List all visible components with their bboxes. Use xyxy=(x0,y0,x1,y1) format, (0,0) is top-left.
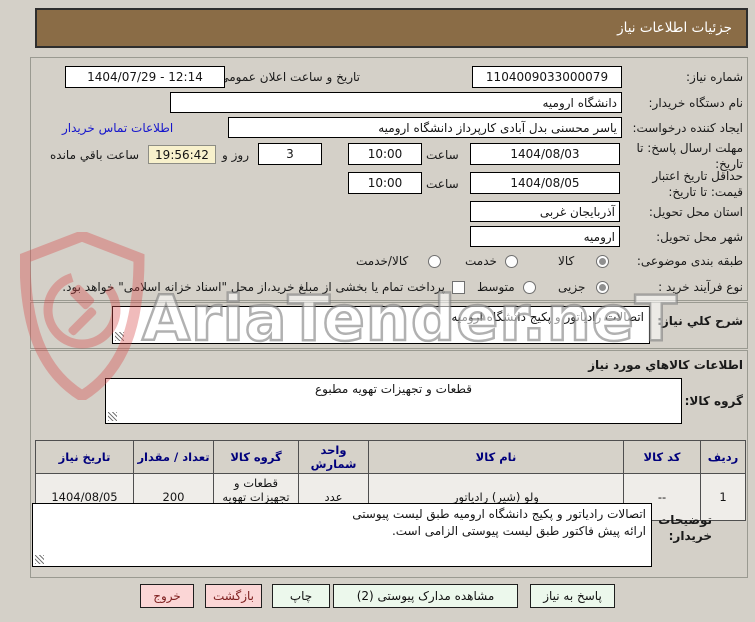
col-group: گروه کالا xyxy=(213,440,299,474)
radio-service-label[interactable]: خدمت xyxy=(465,254,497,268)
price-validity-label: حداقل تاریخ اعتبار قیمت: تا تاریخ: xyxy=(652,169,743,200)
request-creator-input[interactable]: یاسر محسنی بدل آبادی کارپرداز دانشگاه ار… xyxy=(228,117,622,138)
buyer-notes-label: توضیحات خریدار: xyxy=(658,513,712,544)
buyer-contact-link[interactable]: اطلاعات تماس خریدار xyxy=(62,121,173,135)
back-button[interactable]: بازگشت xyxy=(205,584,262,608)
radio-medium[interactable] xyxy=(523,281,536,294)
radio-goods-label[interactable]: کالا xyxy=(558,254,574,268)
radio-minor-label[interactable]: جزیی xyxy=(558,280,585,294)
need-description-label: شرح کلي نياز: xyxy=(657,314,743,328)
hours-remaining-label: ساعت باقي مانده xyxy=(50,148,140,162)
request-creator-label: ایجاد کننده درخواست: xyxy=(632,121,743,135)
need-number-input[interactable]: 1104009033000079 xyxy=(472,66,622,88)
radio-goods-service-label[interactable]: کالا/خدمت xyxy=(356,254,408,268)
radio-goods-service[interactable] xyxy=(428,255,441,268)
price-validity-hour-label: ساعت xyxy=(426,177,459,191)
buyer-notes-line2: ارائه پیش فاکتور طبق لیست پیوستی الزامی … xyxy=(391,524,646,539)
countdown-timer: 19:56:42 xyxy=(148,145,216,164)
radio-medium-label[interactable]: متوسط xyxy=(477,280,515,294)
delivery-province-input[interactable]: آذربایجان غربی xyxy=(470,201,620,222)
page-title-bar: جزئیات اطلاعات نیاز xyxy=(35,8,748,48)
exit-button[interactable]: خروج xyxy=(140,584,194,608)
treasury-docs-checkbox-label[interactable]: پرداخت تمام یا بخشی از مبلغ خرید،از محل … xyxy=(62,280,445,294)
col-quantity: تعداد / مقدار xyxy=(133,440,214,474)
reply-deadline-time-input[interactable]: 10:00 xyxy=(348,143,422,165)
resize-handle-icon[interactable] xyxy=(35,555,44,564)
purchase-process-label: نوع فرآیند خرید : xyxy=(658,280,743,294)
resize-handle-icon[interactable] xyxy=(115,332,124,341)
reply-deadline-hour-label: ساعت xyxy=(426,148,459,162)
col-need-date: تاریخ نیاز xyxy=(35,440,134,474)
days-and-label: روز و xyxy=(222,148,249,162)
price-validity-time-input[interactable]: 10:00 xyxy=(348,172,422,194)
goods-group-text: قطعات و تجهیزات تهویه مطبوع xyxy=(315,382,472,396)
delivery-city-label: شهر محل تحویل: xyxy=(656,230,743,244)
goods-info-heading: اطلاعات کالاهاي مورد نياز xyxy=(588,358,743,372)
buyer-org-label: نام دستگاه خریدار: xyxy=(648,96,744,110)
delivery-province-label: استان محل تحویل: xyxy=(648,205,743,219)
col-item-code: کد کالا xyxy=(623,440,701,474)
print-button[interactable]: چاپ xyxy=(272,584,330,608)
announce-datetime-label: تاریخ و ساعت اعلان عمومی: xyxy=(215,70,360,84)
col-row-number: ردیف xyxy=(700,440,746,474)
need-description-text: اتصالات رادیاتور و پکیج دانشگاه ارومیه xyxy=(451,310,644,324)
reply-deadline-date-input[interactable]: 1404/08/03 xyxy=(470,143,620,165)
treasury-docs-checkbox[interactable] xyxy=(452,281,465,294)
goods-group-label: گروه کالا: xyxy=(684,394,743,408)
col-item-name: نام کالا xyxy=(368,440,624,474)
col-unit: واحد شمارش xyxy=(298,440,369,474)
subject-class-label: طبقه بندی موضوعی: xyxy=(636,254,743,268)
page-title: جزئیات اطلاعات نیاز xyxy=(617,20,732,36)
buyer-notes-line1: اتصالات رادیاتور و پکیج دانشگاه ارومیه ط… xyxy=(352,507,646,521)
remaining-days-input[interactable]: 3 xyxy=(258,143,322,165)
radio-minor[interactable] xyxy=(596,281,609,294)
view-attachments-button[interactable]: مشاهده مدارک پیوستی (2) xyxy=(333,584,518,608)
goods-group-textarea[interactable]: قطعات و تجهیزات تهویه مطبوع xyxy=(105,378,682,424)
radio-service[interactable] xyxy=(505,255,518,268)
delivery-city-input[interactable]: ارومیه xyxy=(470,226,620,247)
goods-table-header-row: ردیف کد کالا نام کالا واحد شمارش گروه کا… xyxy=(35,440,746,474)
need-number-label: شماره نیاز: xyxy=(686,70,743,84)
buyer-org-input[interactable]: دانشگاه ارومیه xyxy=(170,92,622,113)
radio-goods[interactable] xyxy=(596,255,609,268)
need-description-textarea[interactable]: اتصالات رادیاتور و پکیج دانشگاه ارومیه xyxy=(112,306,650,344)
buyer-notes-textarea[interactable]: اتصالات رادیاتور و پکیج دانشگاه ارومیه ط… xyxy=(32,503,652,567)
resize-handle-icon[interactable] xyxy=(108,412,117,421)
reply-to-need-button[interactable]: پاسخ به نیاز xyxy=(530,584,615,608)
announce-datetime-input[interactable]: 1404/07/29 - 12:14 xyxy=(65,66,225,88)
price-validity-date-input[interactable]: 1404/08/05 xyxy=(470,172,620,194)
